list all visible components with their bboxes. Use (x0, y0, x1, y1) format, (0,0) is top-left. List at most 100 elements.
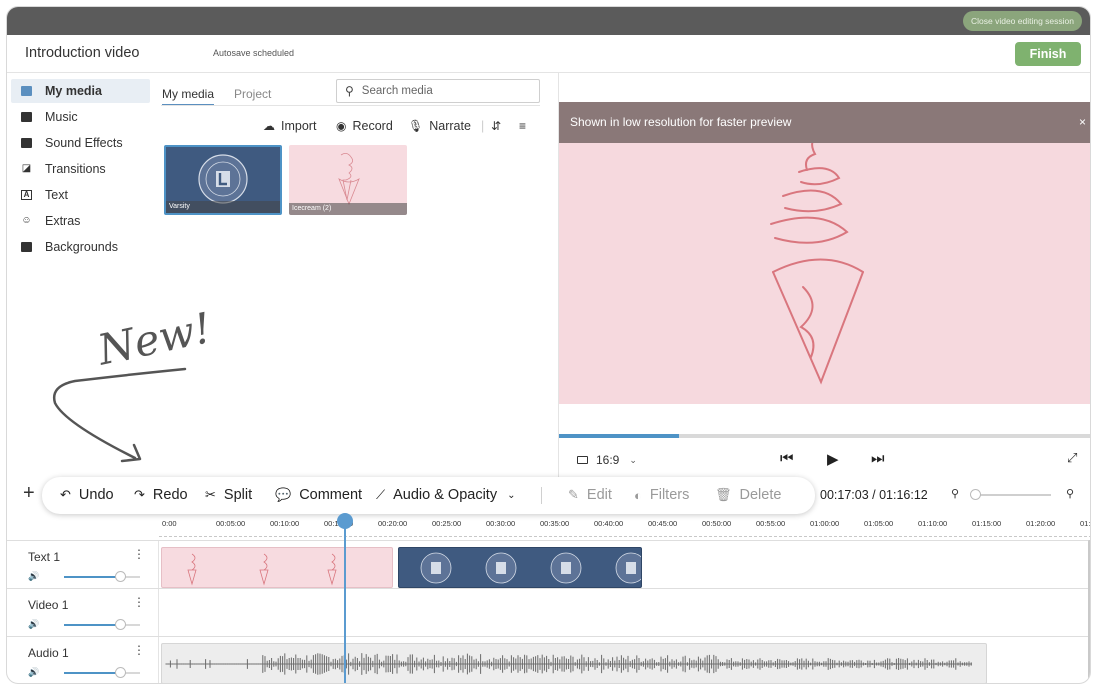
volume-slider[interactable] (64, 624, 140, 626)
track-audio-1: Audio 1 ⋮ 🔊 (7, 636, 1090, 683)
add-track-button[interactable]: + (23, 482, 35, 505)
filters-button[interactable]: ◐ Filters (634, 487, 689, 503)
track-name[interactable]: Text 1 (28, 550, 60, 564)
more-vertical-icon[interactable]: ⋮ (133, 643, 145, 657)
play-icon: ▶ (827, 451, 839, 468)
record-button[interactable]: ◉ Record (336, 118, 393, 134)
sidebar-item-sound-effects[interactable]: Sound Effects (11, 131, 150, 155)
record-label: Record (352, 119, 393, 133)
volume-slider[interactable] (64, 672, 140, 674)
search-input[interactable]: ⚲ Search media (336, 79, 540, 103)
delete-button[interactable]: 🗑 Delete (715, 487, 781, 503)
comment-icon: 💬 (275, 487, 292, 502)
actions-separator: | (481, 119, 485, 133)
volume-fill (64, 672, 121, 674)
sidebar-item-backgrounds[interactable]: Backgrounds (11, 235, 150, 259)
search-icon: ⚲ (345, 84, 354, 98)
comment-button[interactable]: 💬 Comment (275, 487, 362, 503)
aspect-ratio-select[interactable]: 16:9 ⌄ (577, 453, 637, 467)
tab-project[interactable]: Project (234, 87, 271, 101)
undo-button[interactable]: ↶ Undo (60, 487, 114, 503)
narrate-button[interactable]: 🎙 Narrate (408, 118, 471, 134)
ruler-tick-label: 00:35:00 (540, 519, 570, 528)
audio-opacity-button[interactable]: ⟋ Audio & Opacity ⌄ (376, 487, 515, 503)
play-button[interactable]: ▶ (827, 450, 839, 468)
banner-text: Shown in low resolution for faster previ… (570, 115, 792, 129)
sidebar-item-text[interactable]: A Text (11, 183, 150, 207)
wand-icon: ⟋ (376, 487, 386, 502)
tabs-divider (161, 105, 540, 106)
sidebar-item-transitions[interactable]: ◪ Transitions (11, 157, 150, 181)
ruler-tick-label: 00:05:00 (216, 519, 246, 528)
cloud-upload-icon: ☁ (263, 119, 275, 133)
volume-slider[interactable] (64, 576, 140, 578)
skip-forward-button[interactable]: ⏭ (871, 450, 885, 467)
ruler-tick-label: 00:10:00 (270, 519, 300, 528)
filter-button[interactable]: ≡ (519, 118, 532, 134)
speaker-icon[interactable]: 🔊 (28, 619, 39, 630)
volume-handle[interactable] (115, 667, 126, 678)
pencil-icon: ✎ (568, 487, 579, 502)
more-vertical-icon[interactable]: ⋮ (133, 595, 145, 609)
more-vertical-icon[interactable]: ⋮ (133, 547, 145, 561)
timeline-clip-audio[interactable] (161, 643, 987, 683)
import-button[interactable]: ☁ Import (263, 118, 316, 134)
preview-progress-bar[interactable] (559, 434, 1090, 438)
project-title[interactable]: Introduction video (25, 45, 139, 61)
tab-my-media[interactable]: My media (162, 87, 215, 106)
search-placeholder: Search media (361, 85, 433, 97)
video-preview[interactable]: Shown in low resolution for faster previ… (559, 102, 1090, 404)
banner-close-button[interactable]: × (1079, 102, 1086, 143)
ruler-tick-label: 00:45:00 (648, 519, 678, 528)
timeline-clip-varsity[interactable] (398, 547, 642, 588)
background-image-icon (21, 242, 32, 252)
speaker-icon[interactable]: 🔊 (28, 571, 39, 582)
sidebar-item-label: Extras (45, 214, 81, 228)
zoom-out-icon[interactable]: ⚲ (951, 487, 959, 500)
skip-forward-icon: ⏭ (871, 450, 885, 467)
fullscreen-button[interactable]: ⤢ (1067, 450, 1077, 466)
edit-button[interactable]: ✎ Edit (568, 487, 612, 503)
timeline-clip-icecream[interactable] (161, 547, 393, 588)
scissors-icon: ✂ (205, 487, 216, 502)
undo-icon: ↶ (60, 487, 71, 502)
timecode-display: 00:17:03 / 01:16:12 (820, 488, 928, 502)
media-item-varsity[interactable]: Varsity (164, 145, 282, 215)
chevron-down-icon: ⌄ (629, 454, 637, 465)
zoom-in-icon[interactable]: ⚲ (1066, 487, 1074, 500)
speaker-icon[interactable]: 🔊 (28, 667, 39, 678)
transition-icon: ◪ (21, 163, 32, 174)
zoom-slider[interactable] (971, 494, 1051, 496)
audio-opacity-label: Audio & Opacity (393, 487, 498, 503)
ruler-tick-label: 00:20:00 (378, 519, 408, 528)
media-item-icecream[interactable]: Icecream (2) (289, 145, 407, 215)
skip-back-button[interactable]: ⏮ (780, 450, 794, 467)
track-name[interactable]: Video 1 (28, 598, 68, 612)
zoom-slider-handle[interactable] (970, 489, 981, 500)
track-header: Audio 1 ⋮ 🔊 (7, 637, 159, 683)
volume-handle[interactable] (115, 619, 126, 630)
redo-button[interactable]: ↷ Redo (134, 487, 188, 503)
ruler-tick-label: 00:50:00 (702, 519, 732, 528)
timeline-scrollbar[interactable] (1088, 540, 1090, 680)
editor-header: Introduction video Autosave scheduled Fi… (7, 35, 1090, 73)
sidebar-item-label: Transitions (45, 162, 106, 176)
volume-handle[interactable] (115, 571, 126, 582)
redo-icon: ↷ (134, 487, 145, 502)
finish-button[interactable]: Finish (1015, 42, 1081, 66)
split-button[interactable]: ✂ Split (205, 487, 252, 503)
ruler-tick-label: 00:40:00 (594, 519, 624, 528)
new-feature-doodle: New! (52, 303, 216, 463)
sidebar-item-music[interactable]: Music (11, 105, 150, 129)
audio-waveform (165, 653, 972, 675)
timeline-ruler[interactable]: 0:0000:05:0000:10:0000:15:0000:20:0000:2… (159, 517, 1090, 537)
record-icon: ◉ (336, 119, 347, 133)
sidebar-item-my-media[interactable]: My media (11, 79, 150, 103)
close-session-button[interactable]: Close video editing session (962, 11, 1082, 31)
music-folder-icon (21, 112, 32, 122)
track-name[interactable]: Audio 1 (28, 646, 69, 660)
media-item-label: Varsity (166, 201, 280, 213)
sidebar-item-extras[interactable]: ☺ Extras (11, 209, 150, 233)
expand-icon: ⤢ (1067, 450, 1078, 465)
sort-button[interactable]: ⇵ (491, 118, 507, 134)
